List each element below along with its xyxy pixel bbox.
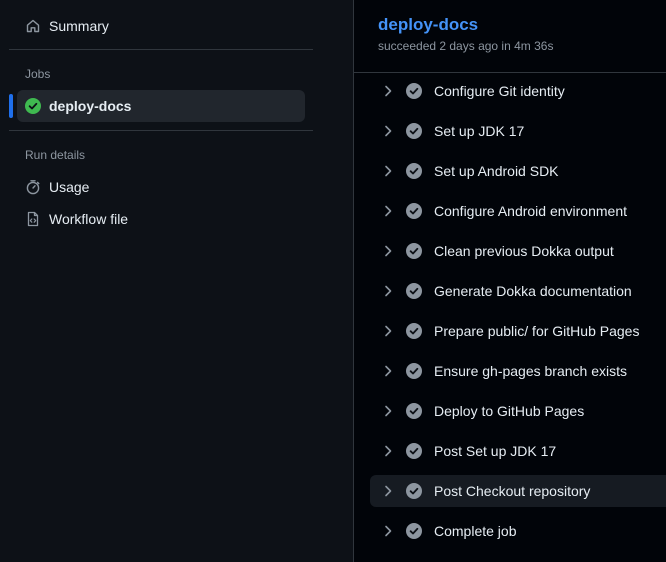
file-code-icon [25,211,41,227]
step-name: Configure Git identity [434,83,565,99]
step-name: Post Set up JDK 17 [434,443,557,459]
chevron-right-icon[interactable] [380,203,396,219]
run-details-heading: Run details [25,148,86,162]
step-row[interactable]: Clean previous Dokka output [370,235,666,267]
job-title: deploy-docs [378,15,479,34]
step-success-icon [406,523,422,539]
job-logs-panel: deploy-docs succeeded 2 days ago in 4m 3… [353,0,666,562]
step-success-icon [406,83,422,99]
step-name: Clean previous Dokka output [434,243,614,259]
step-name: Complete job [434,523,517,539]
step-row[interactable]: Generate Dokka documentation [370,275,666,307]
step-success-icon [406,323,422,339]
sidebar-divider [9,49,313,50]
step-name: Deploy to GitHub Pages [434,403,585,419]
step-success-icon [406,163,422,179]
step-row[interactable]: Configure Git identity [370,75,666,107]
usage-link[interactable]: Usage [17,171,305,203]
home-icon [25,18,41,34]
step-success-icon [406,443,422,459]
chevron-right-icon[interactable] [380,443,396,459]
active-job-marker [9,94,13,118]
step-name: Post Checkout repository [434,483,591,499]
chevron-right-icon[interactable] [380,123,396,139]
job-label: deploy-docs [49,98,132,114]
step-row[interactable]: Set up JDK 17 [370,115,666,147]
chevron-right-icon[interactable] [380,163,396,179]
step-row[interactable]: Configure Android environment [370,195,666,227]
step-name: Configure Android environment [434,203,628,219]
step-row[interactable]: Prepare public/ for GitHub Pages [370,315,666,347]
workflow-file-link[interactable]: Workflow file [17,203,305,235]
step-name: Generate Dokka documentation [434,283,632,299]
chevron-right-icon[interactable] [380,323,396,339]
step-success-icon [406,403,422,419]
job-header: deploy-docs succeeded 2 days ago in 4m 3… [354,0,666,73]
step-success-icon [406,123,422,139]
step-row[interactable]: Set up Android SDK [370,155,666,187]
step-name: Ensure gh-pages branch exists [434,363,627,379]
chevron-right-icon[interactable] [380,83,396,99]
chevron-right-icon[interactable] [380,243,396,259]
step-success-icon [406,483,422,499]
step-success-icon [406,243,422,259]
job-item-deploy-docs[interactable]: deploy-docs [17,90,305,122]
step-row[interactable]: Deploy to GitHub Pages [370,395,666,427]
chevron-right-icon[interactable] [380,403,396,419]
step-name: Prepare public/ for GitHub Pages [434,323,640,339]
step-success-icon [406,283,422,299]
step-row[interactable]: Post Checkout repository [370,475,666,507]
steps-list: Configure Git identity Set up JDK 17 Set u… [370,73,666,555]
chevron-right-icon[interactable] [380,523,396,539]
step-name: Set up Android SDK [434,163,559,179]
success-check-icon [25,98,41,114]
summary-link[interactable]: Summary [17,10,305,42]
stopwatch-icon [25,179,41,195]
summary-label: Summary [49,18,109,34]
workflow-file-label: Workflow file [49,211,129,227]
step-name: Set up JDK 17 [434,123,525,139]
job-status-text: succeeded 2 days ago in 4m 36s [378,39,554,53]
chevron-right-icon[interactable] [380,483,396,499]
chevron-right-icon[interactable] [380,363,396,379]
step-success-icon [406,203,422,219]
step-success-icon [406,363,422,379]
workflow-run-page: Summary Jobs deploy-docs Run details Usa… [0,0,666,562]
usage-label: Usage [49,179,90,195]
sidebar: Summary Jobs deploy-docs Run details Usa… [0,0,353,562]
step-row[interactable]: Complete job [370,515,666,547]
step-row[interactable]: Ensure gh-pages branch exists [370,355,666,387]
step-row[interactable]: Post Set up JDK 17 [370,435,666,467]
sidebar-divider [9,130,313,131]
chevron-right-icon[interactable] [380,283,396,299]
jobs-heading: Jobs [25,67,51,81]
